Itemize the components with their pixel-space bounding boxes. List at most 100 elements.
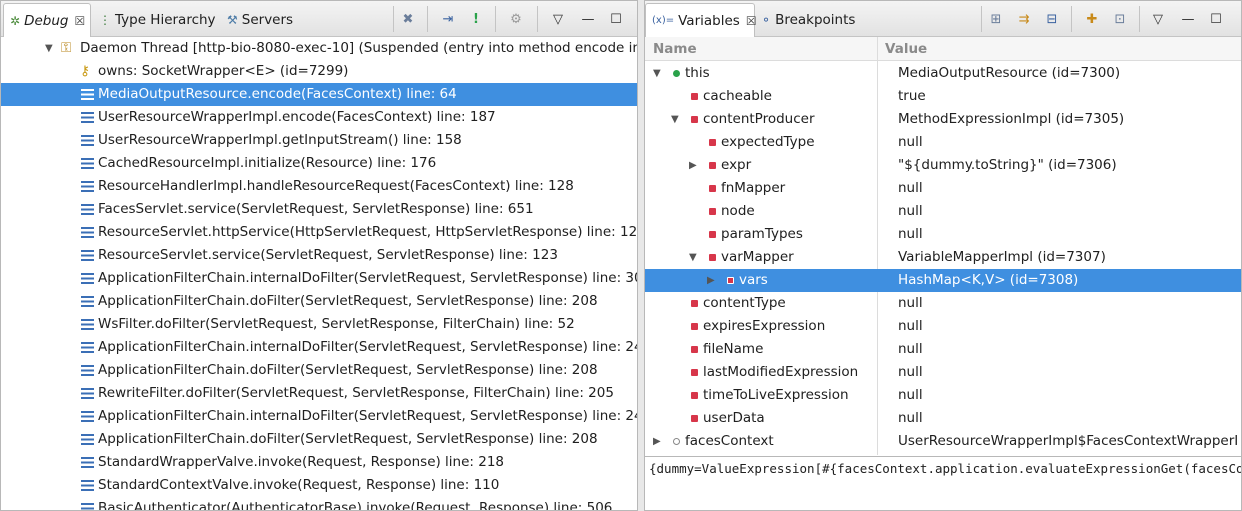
- chevron-down-icon[interactable]: ▼: [689, 246, 697, 269]
- tab-servers[interactable]: ⚒ Servers: [221, 3, 299, 37]
- close-icon[interactable]: ☒: [74, 14, 85, 28]
- stack-frame-icon: [81, 319, 94, 330]
- private-field-icon: [691, 323, 698, 330]
- chevron-right-icon[interactable]: ▶: [689, 154, 697, 177]
- private-field-icon: [727, 277, 734, 284]
- remove-terminated-icon[interactable]: ✖: [397, 8, 419, 30]
- thread-row[interactable]: ▼ ⚿ Daemon Thread [http-bio-8080-exec-10…: [1, 37, 637, 60]
- show-logical-structure-icon[interactable]: ⇉: [1013, 8, 1035, 30]
- show-type-names-icon[interactable]: ⊞: [985, 8, 1007, 30]
- variable-row[interactable]: ▶ vars HashMap<K,V> (id=7308): [645, 269, 1241, 292]
- stack-frame-label: ApplicationFilterChain.doFilter(ServletR…: [98, 431, 598, 447]
- chevron-right-icon[interactable]: ▶: [707, 269, 715, 292]
- maximize-icon[interactable]: ☐: [1205, 8, 1227, 30]
- column-name-header[interactable]: Name: [653, 37, 697, 61]
- variable-value: null: [898, 341, 923, 357]
- variable-value: true: [898, 88, 926, 104]
- new-view-icon[interactable]: ✚: [1081, 8, 1103, 30]
- variable-row[interactable]: fnMapper null: [645, 177, 1241, 200]
- stack-frame-row[interactable]: StandardWrapperValve.invoke(Request, Res…: [1, 451, 637, 474]
- local-variable-icon: [673, 70, 680, 77]
- variable-value: MethodExpressionImpl (id=7305): [898, 111, 1125, 127]
- stack-frame-row[interactable]: ApplicationFilterChain.internalDoFilter(…: [1, 336, 637, 359]
- view-menu-icon[interactable]: ▽: [547, 8, 569, 30]
- detail-pane[interactable]: {dummy=ValueExpression[#{facesContext.ap…: [645, 456, 1241, 510]
- tab-variables[interactable]: (x)= Variables ☒: [645, 3, 757, 37]
- chevron-right-icon[interactable]: ▶: [653, 430, 661, 453]
- use-step-filters-icon[interactable]: !: [465, 8, 487, 30]
- step-with-filters-icon[interactable]: ⇥: [437, 8, 459, 30]
- stack-frame-row[interactable]: ApplicationFilterChain.doFilter(ServletR…: [1, 428, 637, 451]
- pin-icon[interactable]: ⊡: [1109, 8, 1131, 30]
- tab-servers-label: Servers: [241, 12, 294, 28]
- view-menu-icon[interactable]: ▽: [1147, 8, 1169, 30]
- columns-header: Name Value: [645, 37, 1241, 61]
- stack-frame-label: ApplicationFilterChain.doFilter(ServletR…: [98, 362, 598, 378]
- variable-name: expr: [721, 157, 752, 173]
- variable-row[interactable]: node null: [645, 200, 1241, 223]
- variable-row[interactable]: userData null: [645, 407, 1241, 430]
- variable-name: fileName: [703, 341, 764, 357]
- variable-row[interactable]: cacheable true: [645, 85, 1241, 108]
- stack-frame-icon: [81, 457, 94, 468]
- tab-type-hierarchy[interactable]: ⋮ Type Hierarchy: [93, 3, 222, 37]
- stack-frame-label: MediaOutputResource.encode(FacesContext)…: [98, 86, 457, 102]
- variable-row[interactable]: expectedType null: [645, 131, 1241, 154]
- chevron-down-icon[interactable]: ▼: [671, 108, 679, 131]
- collapse-all-icon[interactable]: ⊟: [1041, 8, 1063, 30]
- stack-frame-row[interactable]: FacesServlet.service(ServletRequest, Ser…: [1, 198, 637, 221]
- stack-frame-icon: [81, 411, 94, 422]
- chevron-down-icon[interactable]: ▼: [653, 62, 661, 85]
- stack-frame-row[interactable]: BasicAuthenticator(AuthenticatorBase).in…: [1, 497, 637, 510]
- stack-frame-label: ResourceServlet.httpService(HttpServletR…: [98, 224, 637, 240]
- variable-row[interactable]: ▶ facesContext UserResourceWrapperImpl$Fac…: [645, 430, 1241, 453]
- column-value-header[interactable]: Value: [885, 37, 927, 61]
- debug-bug-icon: ✲: [10, 13, 21, 28]
- stack-frame-row[interactable]: ApplicationFilterChain.doFilter(ServletR…: [1, 290, 637, 313]
- stack-frame-row[interactable]: ResourceServlet.service(ServletRequest, …: [1, 244, 637, 267]
- stack-frame-row[interactable]: UserResourceWrapperImpl.getInputStream()…: [1, 129, 637, 152]
- stack-frame-label: ApplicationFilterChain.internalDoFilter(…: [98, 408, 637, 424]
- variable-row[interactable]: lastModifiedExpression null: [645, 361, 1241, 384]
- stack-frame-icon: [81, 112, 94, 123]
- variable-row[interactable]: ▼ contentProducer MethodExpressionImpl (id…: [645, 108, 1241, 131]
- stack-frame-row[interactable]: UserResourceWrapperImpl.encode(FacesCont…: [1, 106, 637, 129]
- drop-to-frame-icon[interactable]: ⚙: [505, 8, 527, 30]
- maximize-icon[interactable]: ☐: [605, 8, 627, 30]
- stack-frame-label: ApplicationFilterChain.internalDoFilter(…: [98, 270, 637, 286]
- variable-value: null: [898, 410, 923, 426]
- stack-frame-row[interactable]: ResourceHandlerImpl.handleResourceReques…: [1, 175, 637, 198]
- type-hierarchy-icon: ⋮: [99, 13, 111, 27]
- variable-row[interactable]: timeToLiveExpression null: [645, 384, 1241, 407]
- tab-breakpoints[interactable]: ⚬ Breakpoints: [755, 3, 861, 37]
- stack-frame-row[interactable]: WsFilter.doFilter(ServletRequest, Servle…: [1, 313, 637, 336]
- tab-debug[interactable]: ✲ Debug ☒: [3, 3, 91, 37]
- private-field-icon: [691, 116, 698, 123]
- variable-row[interactable]: ▼ varMapper VariableMapperImpl (id=7307): [645, 246, 1241, 269]
- minimize-icon[interactable]: —: [1177, 8, 1199, 30]
- variable-row[interactable]: fileName null: [645, 338, 1241, 361]
- stack-frame-row[interactable]: ApplicationFilterChain.doFilter(ServletR…: [1, 359, 637, 382]
- stack-frame-row[interactable]: StandardContextValve.invoke(Request, Res…: [1, 474, 637, 497]
- variable-name: userData: [703, 410, 765, 426]
- owns-row[interactable]: ⚷ owns: SocketWrapper<E> (id=7299): [1, 60, 637, 83]
- stack-frame-icon: [81, 89, 94, 100]
- variables-view: (x)= Variables ☒ ⚬ Breakpoints ⊞ ⇉ ⊟ ✚ ⊡…: [644, 0, 1242, 511]
- stack-frame-row[interactable]: CachedResourceImpl.initialize(Resource) …: [1, 152, 637, 175]
- private-field-icon: [691, 93, 698, 100]
- chevron-down-icon[interactable]: ▼: [45, 37, 53, 60]
- variable-row[interactable]: expiresExpression null: [645, 315, 1241, 338]
- minimize-icon[interactable]: —: [577, 8, 599, 30]
- variable-row[interactable]: paramTypes null: [645, 223, 1241, 246]
- variable-row[interactable]: ▼ this MediaOutputResource (id=7300): [645, 62, 1241, 85]
- stack-frame-row[interactable]: MediaOutputResource.encode(FacesContext)…: [1, 83, 637, 106]
- stack-frame-row[interactable]: ApplicationFilterChain.internalDoFilter(…: [1, 267, 637, 290]
- stack-frame-icon: [81, 342, 94, 353]
- variable-row[interactable]: contentType null: [645, 292, 1241, 315]
- variable-name: paramTypes: [721, 226, 803, 242]
- stack-frame-row[interactable]: ApplicationFilterChain.internalDoFilter(…: [1, 405, 637, 428]
- variable-row[interactable]: ▶ expr "${dummy.toString}" (id=7306): [645, 154, 1241, 177]
- stack-frame-row[interactable]: RewriteFilter.doFilter(ServletRequest, S…: [1, 382, 637, 405]
- stack-frame-row[interactable]: ResourceServlet.httpService(HttpServletR…: [1, 221, 637, 244]
- variable-value: null: [898, 295, 923, 311]
